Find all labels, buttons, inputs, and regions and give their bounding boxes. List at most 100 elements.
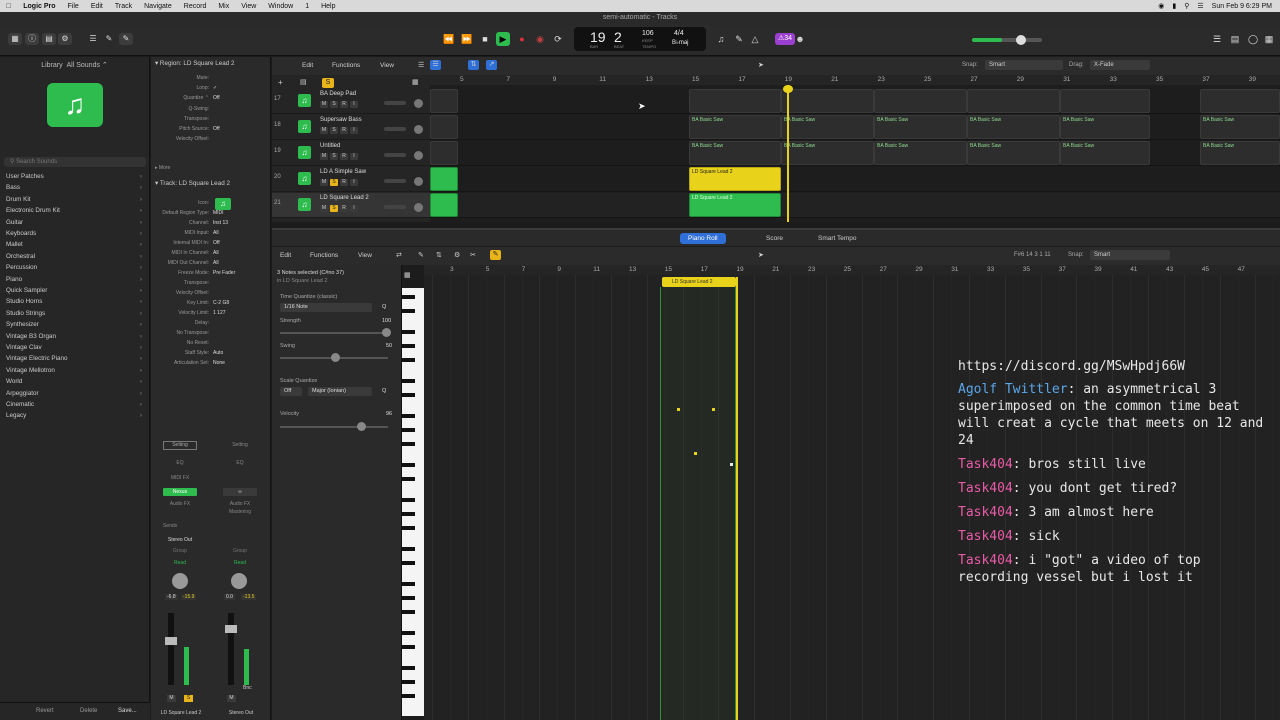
library-category-item[interactable]: Piano › [6, 274, 144, 285]
track-header[interactable]: 17 ♫ BA Deep Pad M S R I [272, 89, 430, 114]
audio-fx-slot-2[interactable]: Audio FX [223, 501, 257, 507]
track-name[interactable]: LD A Simple Saw [320, 169, 366, 175]
list-icon[interactable]: ☰ [418, 61, 424, 69]
pan-knob-2[interactable] [231, 573, 247, 589]
region[interactable] [874, 89, 967, 113]
piano-black-key[interactable] [402, 358, 415, 362]
mute-button[interactable]: M [320, 153, 328, 160]
midi-thru-icon[interactable]: ⚙ [454, 251, 460, 259]
menu-help[interactable]: Help [315, 3, 341, 10]
battery-icon[interactable]: ▮ [1172, 2, 1176, 10]
velocity-value[interactable]: 96 [386, 411, 392, 417]
strength-value[interactable]: 100 [382, 318, 391, 324]
track-pan-knob[interactable] [414, 151, 423, 160]
inspector-row[interactable]: Quantize ⌃ Off [151, 93, 271, 103]
mute-button[interactable]: M [320, 101, 328, 108]
region[interactable] [430, 141, 458, 165]
bounce-button[interactable]: Bnc [243, 685, 252, 691]
input-monitor-button[interactable]: I [350, 205, 358, 212]
record-icon[interactable]: ● [515, 32, 529, 46]
record-arm-button[interactable]: R [340, 205, 348, 212]
region[interactable]: BA Basic Saw [1060, 115, 1150, 139]
apple-icon[interactable]:  [0, 3, 17, 10]
inspector-row[interactable]: MIDI In Channel: All [151, 248, 271, 258]
library-category-item[interactable]: Legacy › [6, 410, 144, 421]
track-name[interactable]: BA Deep Pad [320, 91, 356, 97]
patch-icon[interactable]: ♫ [47, 83, 103, 127]
search-icon[interactable]: ⚲ [1184, 2, 1189, 10]
solo-button[interactable]: S [330, 179, 338, 186]
menu-window[interactable]: Window [262, 3, 299, 10]
piano-black-key[interactable] [402, 477, 415, 481]
track-volume-slider[interactable] [384, 179, 406, 183]
tracks-area[interactable]: 5 7 9 11 13 15 17 19 21 23 25 27 29 31 33 35 37 39 BA Bas… [430, 75, 1280, 222]
toolbar-toggle-icon[interactable]: ▤ [42, 33, 56, 45]
track-pan-knob[interactable] [414, 203, 423, 212]
library-category-item[interactable]: Studio Strings › [6, 308, 144, 319]
inspector-row[interactable]: Q-Swing: [151, 104, 271, 114]
region[interactable]: BA Basic Saw [1200, 115, 1280, 139]
scissors-icon[interactable]: ✂ [470, 251, 476, 259]
editor-view-menu[interactable]: View [358, 252, 372, 259]
instrument-icon[interactable]: ♫ [298, 172, 311, 185]
track-header[interactable]: 18 ♫ Supersaw Bass M S R I [272, 115, 430, 140]
flex-icon[interactable]: ⇅ [468, 60, 479, 70]
inspector-row-value[interactable]: All [213, 258, 219, 268]
record-arm-button[interactable]: R [340, 101, 348, 108]
piano-black-key[interactable] [402, 645, 415, 649]
midi-fx-slot[interactable]: MIDI FX [163, 475, 197, 481]
library-category-item[interactable]: Vintage Clav › [6, 342, 144, 353]
region[interactable]: BA Basic Saw [874, 141, 967, 165]
region[interactable] [967, 89, 1060, 113]
track-header[interactable]: 20 ♫ LD A Simple Saw M S R I [272, 167, 430, 192]
people-icon[interactable]: ☻ [793, 32, 807, 46]
disclosure-icon[interactable]: ▾ [155, 180, 158, 187]
region[interactable] [430, 89, 458, 113]
region[interactable] [430, 193, 458, 217]
region[interactable]: BA Basic Saw [874, 115, 967, 139]
region-area[interactable] [660, 287, 736, 720]
browser-icon[interactable]: ▦ [1262, 32, 1276, 46]
library-category-item[interactable]: Percussion › [6, 262, 144, 273]
inspector-row-value[interactable]: All [213, 248, 219, 258]
region-inspector-header[interactable]: ▾ Region: LD Square Lead 2 [155, 60, 235, 67]
library-category-item[interactable]: Drum Kit › [6, 194, 144, 205]
mute-button[interactable]: M [167, 695, 176, 702]
library-category-item[interactable]: Quick Sampler › [6, 285, 144, 296]
track-pan-knob[interactable] [414, 99, 423, 108]
scale-q-button[interactable]: Q [382, 388, 386, 394]
track-header[interactable]: 21 ♫ LD Square Lead 2 MSRI [272, 193, 430, 218]
region[interactable] [430, 167, 458, 191]
wifi-icon[interactable]: ◉ [1158, 2, 1164, 10]
master-volume-slider[interactable] [972, 35, 1042, 45]
inspector-row[interactable]: Pitch Source: Off [151, 124, 271, 134]
mute-button[interactable]: M [320, 205, 328, 212]
piano-black-key[interactable] [402, 428, 415, 432]
piano-black-key[interactable] [402, 631, 415, 635]
rewind-icon[interactable]: ⏪ [442, 32, 456, 46]
region[interactable]: BA Basic Saw [781, 141, 874, 165]
tab-score[interactable]: Score [758, 233, 791, 244]
inspector-row[interactable]: Articulation Set: None [151, 358, 271, 368]
library-category-item[interactable]: Keyboards › [6, 228, 144, 239]
solo-button[interactable]: S [330, 127, 338, 134]
library-category-item[interactable]: Cinematic › [6, 399, 144, 410]
piano-black-key[interactable] [402, 309, 415, 313]
instrument-slot[interactable]: Nexus [163, 488, 197, 496]
inspector-row[interactable]: Default Region Type: MIDI [151, 208, 271, 218]
cycle-icon[interactable]: ⟳ [551, 32, 565, 46]
audio-fx-slot[interactable]: Audio FX [163, 501, 197, 507]
track-inspector-header[interactable]: ▾ Track: LD Square Lead 2 [155, 180, 230, 187]
piano-black-key[interactable] [402, 666, 415, 670]
tracks-functions-menu[interactable]: Functions [332, 62, 360, 69]
strength-slider-thumb[interactable] [382, 328, 391, 337]
tuner-icon[interactable]: ♫ [714, 32, 728, 46]
track-pan-knob[interactable] [414, 177, 423, 186]
inspector-row-value[interactable]: Off [213, 93, 220, 103]
piano-black-key[interactable] [402, 344, 415, 348]
timeline-ruler[interactable]: 5 7 9 11 13 15 17 19 21 23 25 27 29 31 33 35 37 39 [430, 75, 1280, 85]
track-view-icon[interactable]: ▦ [412, 78, 419, 86]
library-category-item[interactable]: Vintage Electric Piano › [6, 353, 144, 364]
inspector-row[interactable]: Icon: [151, 198, 271, 208]
output-slot[interactable]: Stereo Out [163, 537, 197, 543]
